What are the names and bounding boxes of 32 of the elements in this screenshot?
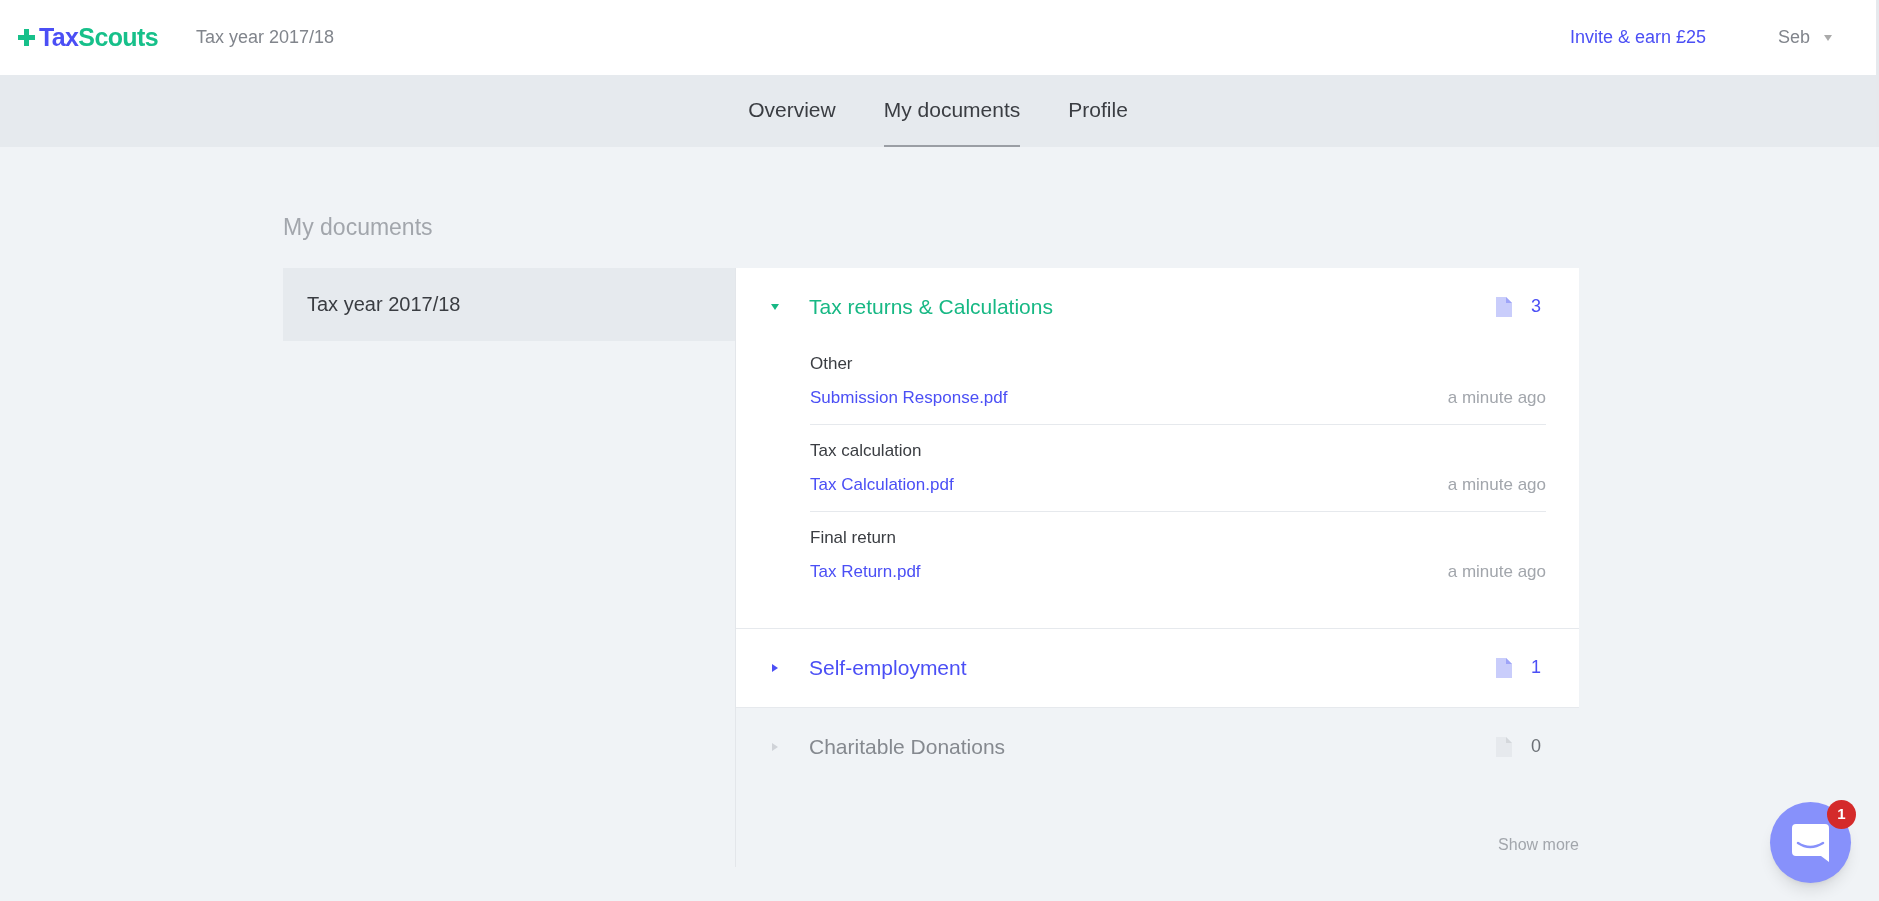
plus-icon bbox=[18, 29, 35, 46]
upload-time: a minute ago bbox=[1447, 387, 1546, 409]
document-icon bbox=[1496, 296, 1512, 317]
upload-time: a minute ago bbox=[1447, 561, 1546, 583]
document-category: Tax calculation bbox=[810, 439, 922, 462]
logo-text[interactable]: TaxScouts bbox=[39, 18, 158, 57]
document-link[interactable]: Submission Response.pdf bbox=[810, 385, 1008, 411]
user-menu[interactable]: Seb bbox=[1777, 24, 1832, 51]
caret-icon bbox=[1824, 34, 1832, 41]
notification-badge: 1 bbox=[1827, 800, 1856, 829]
upload-time: a minute ago bbox=[1447, 474, 1546, 496]
chat-bubble-icon bbox=[1792, 823, 1829, 862]
document-link[interactable]: Tax Return.pdf bbox=[810, 559, 921, 585]
invite-link[interactable]: Invite & earn £25 bbox=[1569, 24, 1706, 51]
document-category: Final return bbox=[810, 526, 896, 549]
nav-tab[interactable]: Profile bbox=[1068, 75, 1128, 147]
nav-tab[interactable]: Overview bbox=[748, 75, 836, 147]
page-title: My documents bbox=[283, 213, 434, 242]
caret-right-icon[interactable] bbox=[771, 663, 779, 672]
document-icon bbox=[1496, 657, 1512, 678]
document-category: Other bbox=[810, 352, 853, 375]
document-count: 1 bbox=[1531, 656, 1541, 679]
caret-down-icon[interactable] bbox=[771, 302, 779, 311]
document-count: 0 bbox=[1531, 735, 1541, 758]
document-icon bbox=[1496, 736, 1512, 757]
chat-button[interactable] bbox=[1770, 802, 1851, 883]
document-link[interactable]: Tax Calculation.pdf bbox=[810, 472, 954, 498]
tax-year-item[interactable]: Tax year 2017/18 bbox=[283, 267, 735, 341]
tax-year-label: Tax year 2017/18 bbox=[195, 26, 335, 49]
section-title[interactable]: Self-employment bbox=[809, 651, 967, 684]
nav-tab[interactable]: My documents bbox=[883, 75, 1021, 147]
document-count: 3 bbox=[1531, 295, 1541, 318]
